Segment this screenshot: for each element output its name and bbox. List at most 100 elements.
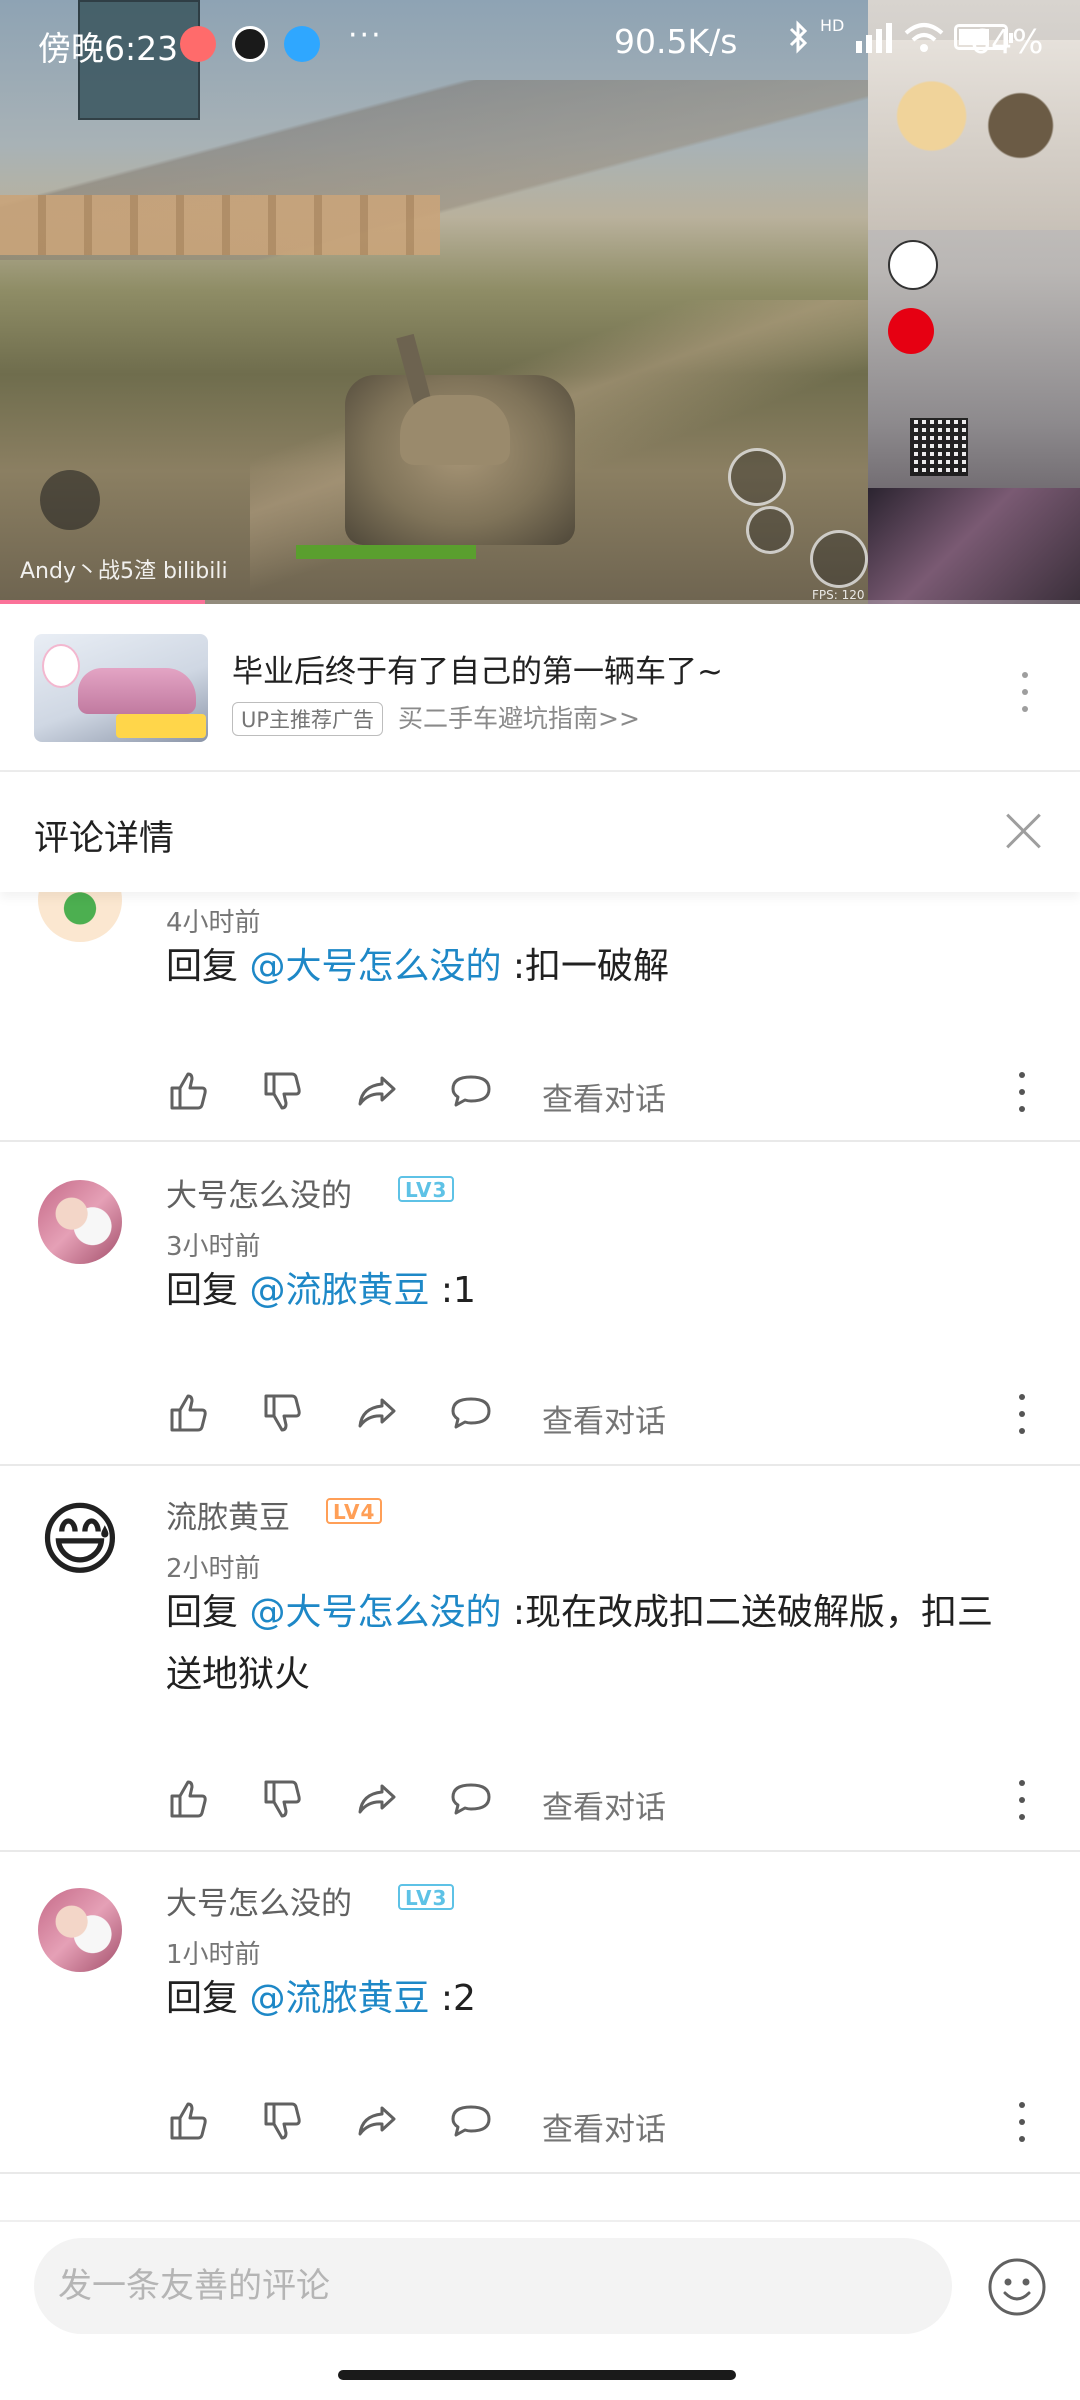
streamer-hand-cam <box>868 488 1080 604</box>
bluetooth-icon <box>789 20 808 54</box>
reply-prefix: 回复 <box>166 946 250 987</box>
level-badge: LV4 <box>326 1498 383 1524</box>
hd-icon: HD <box>820 15 845 35</box>
ad-thumbnail[interactable] <box>34 634 208 742</box>
ad-thumbnail-mascot <box>42 644 80 688</box>
share-icon[interactable] <box>354 1068 400 1114</box>
share-icon[interactable] <box>354 1776 400 1822</box>
avatar[interactable] <box>38 1180 122 1264</box>
mention-link[interactable]: @流脓黄豆 <box>249 1270 429 1311</box>
ad-badge: UP主推荐广告 <box>232 702 384 736</box>
game-fire-button <box>728 448 786 506</box>
comment-actions: 查看对话 <box>166 1390 1046 1440</box>
wifi-icon <box>905 23 944 52</box>
comment-time: 4小时前 <box>166 908 261 938</box>
video-scene-tank <box>345 375 575 545</box>
comment-actions: 查看对话 <box>166 1068 1046 1118</box>
video-watermark: Andy丶战5渣 bilibili <box>20 559 228 584</box>
avatar[interactable] <box>38 892 122 942</box>
qq-notify-icon <box>232 26 268 62</box>
ad-subtitle[interactable]: 买二手车避坑指南>> <box>398 702 640 736</box>
view-thread-link[interactable]: 查看对话 <box>542 1782 666 1827</box>
comment-detail-title: 评论详情 <box>34 819 175 859</box>
more-icon[interactable] <box>1012 1394 1032 1434</box>
divider <box>0 1140 1080 1142</box>
reply-prefix: 回复 <box>166 1592 250 1633</box>
dislike-icon[interactable] <box>260 2098 306 2144</box>
signal-icon <box>856 23 893 53</box>
divider <box>0 1850 1080 1852</box>
comment-detail-header: 评论详情 <box>0 772 1080 892</box>
share-icon[interactable] <box>354 2098 400 2144</box>
more-icon[interactable] <box>1012 2102 1032 2142</box>
like-icon[interactable] <box>166 1068 212 1114</box>
comment-actions: 查看对话 <box>166 1776 1046 1826</box>
network-speed: 90.5K/s <box>614 22 738 61</box>
view-thread-link[interactable]: 查看对话 <box>542 2104 666 2149</box>
app-notify-icon <box>284 26 320 62</box>
close-icon[interactable] <box>1000 806 1048 854</box>
mention-link[interactable]: @大号怎么没的 <box>249 946 501 987</box>
comment-body: :2 <box>429 1978 476 2019</box>
home-indicator[interactable] <box>338 2370 736 2380</box>
avatar[interactable]: 😅 <box>38 1498 122 1582</box>
more-icon[interactable] <box>1012 1780 1032 1820</box>
status-bar: 傍晚6:23 ··· 90.5K/s HD 64% <box>0 0 1080 90</box>
more-notifications-icon: ··· <box>348 18 383 53</box>
comment-list[interactable]: 4小时前 回复 @大号怎么没的 :扣一破解 查看对话 大号怎么没的 LV3 3小… <box>0 892 1080 2220</box>
reply-icon[interactable] <box>448 1776 494 1822</box>
ad-more-icon[interactable] <box>1010 672 1040 712</box>
game-aim-button <box>746 506 794 554</box>
battery-level: 64% <box>970 22 1044 61</box>
level-badge: LV3 <box>398 1176 455 1202</box>
more-icon[interactable] <box>1012 1072 1032 1112</box>
divider <box>0 2172 1080 2174</box>
game-joystick <box>40 470 100 530</box>
like-icon[interactable] <box>166 1390 212 1436</box>
comment-text: 回复 @大号怎么没的 :现在改成扣二送破解版，扣三送地狱火 <box>166 1582 1016 1706</box>
comment-body: :1 <box>429 1270 476 1311</box>
dislike-icon[interactable] <box>260 1068 306 1114</box>
dislike-icon[interactable] <box>260 1390 306 1436</box>
avatar[interactable] <box>38 1888 122 1972</box>
like-icon[interactable] <box>166 2098 212 2144</box>
comment-username[interactable]: 流脓黄豆 <box>166 1492 290 1537</box>
bilibili-notify-icon <box>180 26 216 62</box>
reply-icon[interactable] <box>448 1390 494 1436</box>
game-chat-button <box>810 530 868 588</box>
comment-text: 回复 @流脓黄豆 :1 <box>166 1260 1016 1322</box>
comment-text: 回复 @大号怎么没的 :扣一破解 <box>166 936 1016 998</box>
video-player[interactable]: Andy丶战5渣 bilibili FPS: 120 傍晚6:23 ··· 90… <box>0 0 1080 604</box>
divider <box>0 1464 1080 1466</box>
reply-icon[interactable] <box>448 2098 494 2144</box>
like-icon[interactable] <box>166 1776 212 1822</box>
notification-icons <box>180 26 320 62</box>
divider <box>0 2220 1080 2222</box>
switch-logo <box>888 308 934 354</box>
emoji-icon[interactable] <box>986 2256 1048 2318</box>
comment-input[interactable] <box>34 2238 952 2334</box>
mention-link[interactable]: @大号怎么没的 <box>249 1592 501 1633</box>
view-thread-link[interactable]: 查看对话 <box>542 1396 666 1441</box>
qr-code <box>910 418 968 476</box>
reply-prefix: 回复 <box>166 1270 250 1311</box>
comment-text: 回复 @流脓黄豆 :2 <box>166 1968 1016 2030</box>
level-badge: LV3 <box>398 1884 455 1910</box>
comment-time: 2小时前 <box>166 1554 261 1584</box>
comment-username[interactable]: 大号怎么没的 <box>166 1878 352 1923</box>
ad-thumbnail-caption <box>116 714 206 738</box>
ad-thumbnail-car <box>78 668 196 714</box>
video-progress-fill <box>0 600 206 604</box>
fan-group-logo <box>888 240 938 290</box>
dislike-icon[interactable] <box>260 1776 306 1822</box>
share-icon[interactable] <box>354 1390 400 1436</box>
comment-username[interactable]: 大号怎么没的 <box>166 1170 352 1215</box>
comment-time: 3小时前 <box>166 1232 261 1262</box>
mention-link[interactable]: @流脓黄豆 <box>249 1978 429 2019</box>
game-health-bar <box>296 545 476 559</box>
reply-icon[interactable] <box>448 1068 494 1114</box>
ad-title[interactable]: 毕业后终于有了自己的第一辆车了~ <box>232 646 723 691</box>
ad-banner[interactable]: 毕业后终于有了自己的第一辆车了~ UP主推荐广告 买二手车避坑指南>> <box>0 606 1080 770</box>
comment-time: 1小时前 <box>166 1940 261 1970</box>
view-thread-link[interactable]: 查看对话 <box>542 1074 666 1119</box>
